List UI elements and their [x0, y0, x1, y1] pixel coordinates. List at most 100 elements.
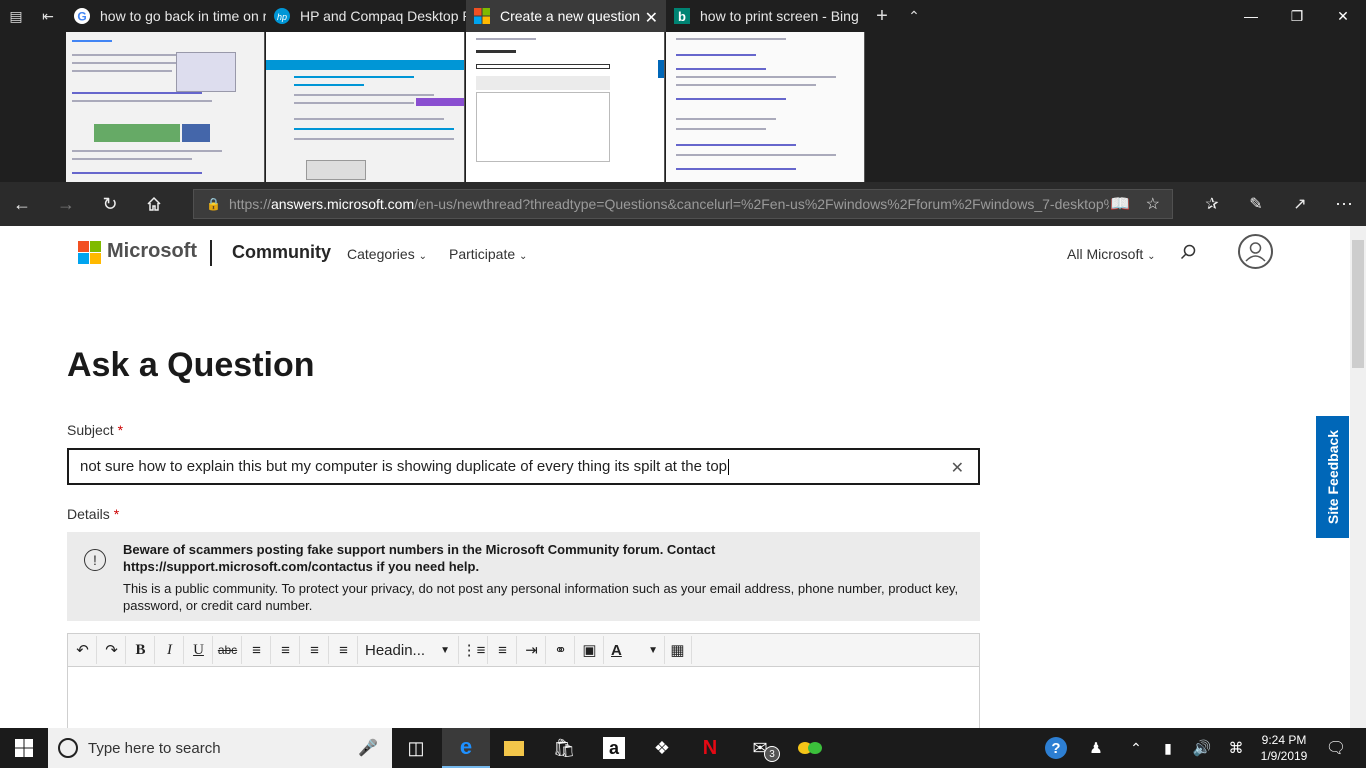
mail-badge: 3 — [764, 746, 780, 762]
browser-tab-bar: ▤ ⇤ G how to go back in time on r hp HP … — [0, 0, 1366, 32]
amazon-icon[interactable]: a — [590, 728, 638, 768]
details-editor[interactable] — [67, 667, 980, 728]
chevron-down-icon: ⌄ — [519, 251, 528, 262]
store-icon[interactable]: 🛍 — [540, 728, 588, 768]
undo-icon[interactable]: ↶ — [69, 636, 97, 664]
indent-icon[interactable]: ⇥ — [518, 636, 546, 664]
edge-icon[interactable]: e — [442, 728, 490, 768]
link-icon[interactable]: ⚭ — [547, 636, 575, 664]
close-window-icon[interactable]: ✕ — [1320, 0, 1366, 32]
bullet-list-icon[interactable]: ⋮≡ — [460, 636, 488, 664]
heading-select[interactable]: Headin... ▼ — [359, 636, 459, 664]
info-icon: ! — [84, 549, 106, 571]
chat-app-icon[interactable] — [786, 728, 834, 768]
text-cursor — [728, 458, 730, 475]
table-icon[interactable]: ▦ — [664, 636, 692, 664]
more-icon[interactable]: ⋯ — [1328, 188, 1360, 220]
site-feedback-button[interactable]: Site Feedback — [1316, 416, 1349, 538]
back-icon[interactable]: ← — [6, 188, 38, 220]
underline-icon[interactable]: U — [185, 636, 213, 664]
file-explorer-icon[interactable] — [490, 728, 538, 768]
italic-icon[interactable]: I — [156, 636, 184, 664]
hide-previews-icon[interactable]: ⌃ — [898, 0, 930, 32]
account-avatar-icon[interactable] — [1238, 234, 1273, 269]
windows-taskbar: Type here to search 🎤 ◫ e 🛍 a ❖ N ✉ 3 ? … — [0, 728, 1366, 768]
tab-preview-google[interactable] — [66, 32, 265, 182]
clear-icon[interactable]: ✕ — [951, 458, 964, 478]
system-clock[interactable]: 9:24 PM 1/9/2019 — [1252, 732, 1316, 764]
microsoft-brand[interactable]: Microsoft — [107, 240, 197, 263]
hp-icon: hp — [273, 7, 291, 25]
dropdown-arrow-icon: ▼ — [648, 644, 658, 656]
subject-input[interactable]: not sure how to explain this but my comp… — [67, 448, 980, 485]
tab-preview-microsoft[interactable] — [466, 32, 665, 182]
minimize-icon[interactable]: — — [1228, 0, 1274, 32]
task-view-icon[interactable]: ◫ — [392, 728, 440, 768]
tab-previews — [0, 32, 1366, 182]
scrollbar-thumb[interactable] — [1352, 240, 1364, 368]
home-icon[interactable] — [138, 188, 170, 220]
forward-icon: → — [57, 193, 75, 214]
url-text: https://answers.microsoft.com/en-us/newt… — [228, 196, 1109, 212]
notice-heading: Beware of scammers posting fake support … — [123, 542, 716, 574]
align-center-icon[interactable]: ≡ — [272, 636, 300, 664]
action-center-icon[interactable]: 🗨 — [1316, 728, 1356, 768]
tab-preview-bing[interactable] — [666, 32, 865, 182]
new-tab-icon[interactable]: + — [866, 0, 898, 32]
tab-google[interactable]: G how to go back in time on r — [66, 0, 266, 32]
mail-icon[interactable]: ✉ 3 — [736, 728, 784, 768]
font-color-icon[interactable]: A ▼ — [605, 636, 665, 664]
wifi-icon[interactable]: ⌘ — [1218, 728, 1254, 768]
header-divider — [210, 240, 212, 266]
search-icon[interactable] — [1180, 244, 1196, 263]
pen-icon[interactable]: ✎ — [1240, 188, 1272, 220]
google-icon: G — [73, 7, 91, 25]
svg-text:hp: hp — [277, 12, 287, 22]
subject-value: not sure how to explain this but my comp… — [80, 458, 728, 475]
set-aside-tabs-icon[interactable]: ⇤ — [32, 0, 64, 32]
dropbox-icon[interactable]: ❖ — [638, 728, 686, 768]
bing-icon: b — [673, 7, 691, 25]
tab-hp[interactable]: hp HP and Compaq Desktop P — [266, 0, 466, 32]
notice-body: This is a public community. To protect y… — [123, 581, 959, 613]
participate-menu[interactable]: Participate ⌄ — [449, 246, 527, 262]
netflix-icon[interactable]: N — [686, 728, 734, 768]
share-icon[interactable]: ↗ — [1284, 188, 1316, 220]
align-right-icon[interactable]: ≡ — [301, 636, 329, 664]
cortana-icon — [58, 738, 78, 758]
tab-microsoft-active[interactable]: Create a new question o ✕ — [466, 0, 666, 32]
favorite-star-icon[interactable]: ☆ — [1146, 194, 1160, 214]
tab-preview-hp[interactable] — [266, 32, 465, 182]
microsoft-icon — [473, 7, 491, 25]
bold-icon[interactable]: B — [127, 636, 155, 664]
tab-preview-toggle-icon[interactable]: ▤ — [0, 0, 32, 32]
microphone-icon[interactable]: 🎤 — [358, 738, 378, 758]
taskbar-search-box[interactable]: Type here to search 🎤 — [48, 728, 392, 768]
restore-icon[interactable]: ❐ — [1274, 0, 1320, 32]
refresh-icon[interactable]: ↻ — [94, 188, 126, 220]
categories-menu[interactable]: Categories ⌄ — [347, 246, 427, 262]
favorites-icon[interactable]: ✰ — [1196, 188, 1228, 220]
community-link[interactable]: Community — [232, 242, 331, 263]
reading-view-icon[interactable]: 📖 — [1110, 194, 1130, 214]
image-icon[interactable]: ▣ — [576, 636, 604, 664]
tab-bing[interactable]: b how to print screen - Bing — [666, 0, 866, 32]
all-microsoft-menu[interactable]: All Microsoft ⌄ — [1067, 246, 1156, 262]
redo-icon[interactable]: ↷ — [98, 636, 126, 664]
strikethrough-icon[interactable]: abc — [214, 636, 242, 664]
help-icon[interactable]: ? — [1032, 728, 1080, 768]
volume-icon[interactable]: 🔊 — [1184, 728, 1220, 768]
justify-icon[interactable]: ≡ — [330, 636, 358, 664]
close-tab-icon[interactable]: ✕ — [645, 8, 658, 28]
battery-icon[interactable]: ▮ — [1150, 728, 1186, 768]
details-label: Details * — [67, 506, 120, 522]
people-icon[interactable]: ♟ — [1074, 728, 1118, 768]
numbered-list-icon[interactable]: ≡ — [489, 636, 517, 664]
microsoft-logo-icon[interactable] — [78, 241, 101, 264]
address-bar-area: ← → ↻ 🔒 https://answers.microsoft.com/en… — [0, 182, 1366, 226]
align-left-icon[interactable]: ≡ — [243, 636, 271, 664]
page-title: Ask a Question — [67, 346, 315, 384]
url-input[interactable]: 🔒 https://answers.microsoft.com/en-us/ne… — [193, 189, 1173, 219]
subject-label: Subject * — [67, 422, 124, 438]
start-windows-icon[interactable] — [0, 728, 48, 768]
